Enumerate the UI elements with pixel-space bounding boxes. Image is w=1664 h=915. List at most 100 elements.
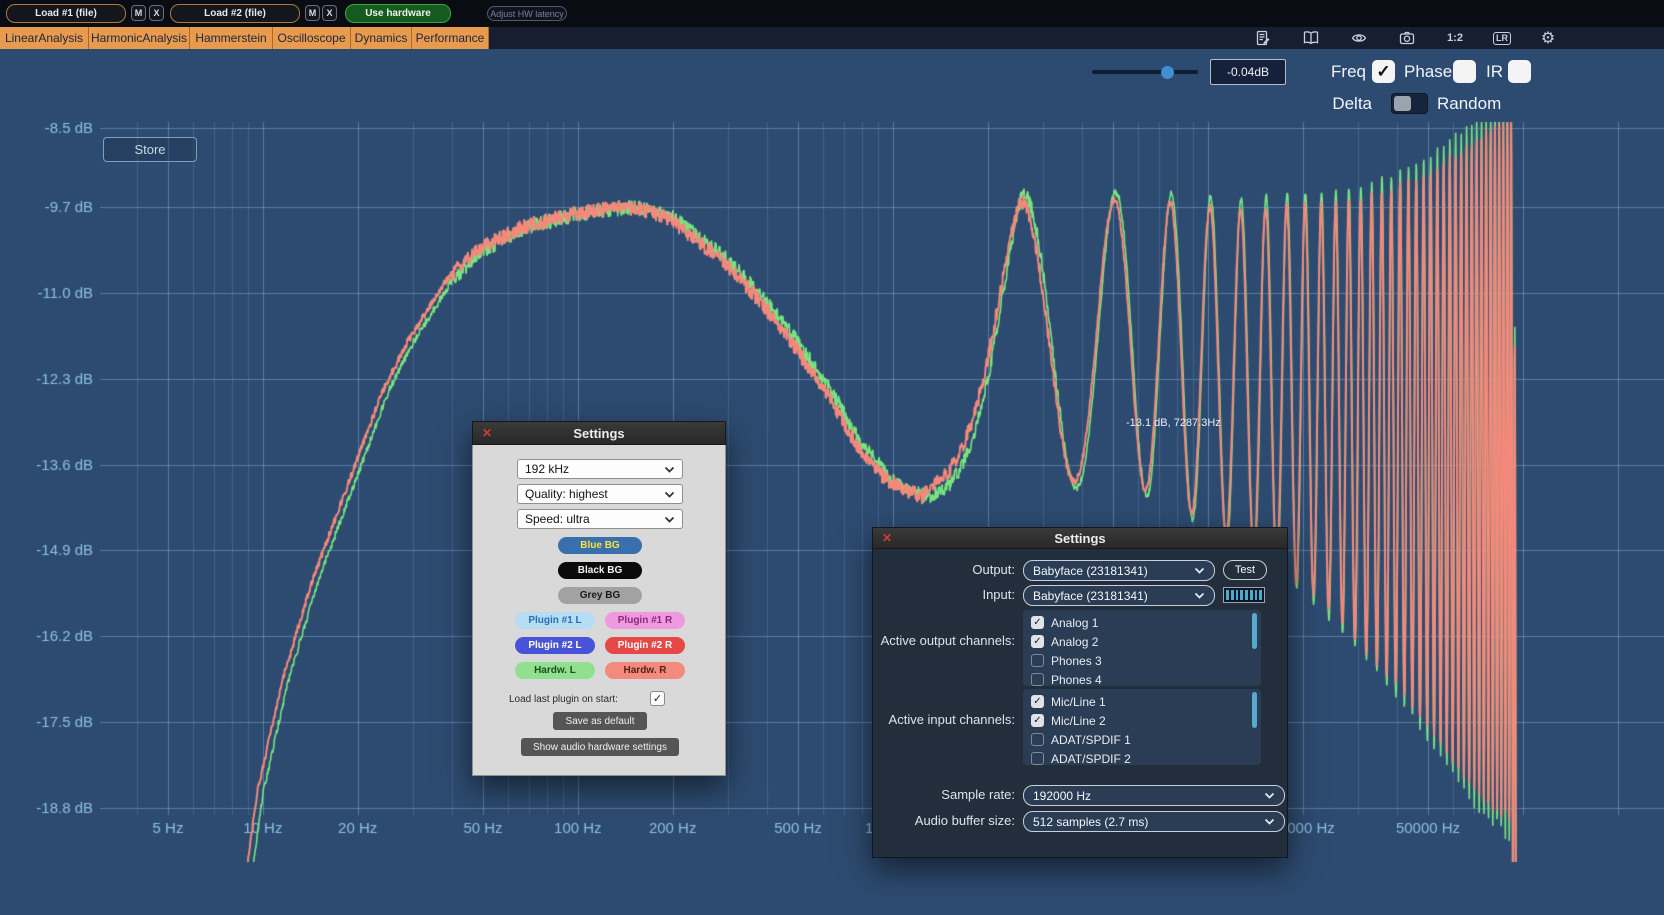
channel-checkbox[interactable] [1031, 673, 1044, 686]
channel-label: Phones 4 [1051, 673, 1102, 687]
channel-label: ADAT/SPDIF 2 [1051, 752, 1131, 766]
list-item[interactable]: Phones 3 [1023, 651, 1261, 670]
delta-label: Delta [1324, 92, 1372, 116]
speed-select[interactable]: Speed: ultra [517, 509, 683, 529]
sample-rate-value: 192 kHz [525, 462, 569, 476]
tab-performance[interactable]: Performance [412, 27, 489, 49]
eye-icon[interactable] [1348, 29, 1370, 47]
channel-checkbox[interactable]: ✓ [1031, 635, 1044, 648]
hw-sample-rate-select[interactable]: 192000 Hz [1023, 785, 1285, 806]
plugin1-right-color-button[interactable]: Plugin #1 R [605, 612, 685, 629]
plugin-2-m-button[interactable]: M [305, 5, 320, 21]
test-output-button[interactable]: Test [1223, 560, 1267, 580]
hardware-left-color-button[interactable]: Hardw. L [515, 662, 595, 679]
settings-gear-icon[interactable]: ⚙ [1537, 29, 1559, 47]
hardware-right-color-button[interactable]: Hardw. R [605, 662, 685, 679]
meter-bar [1236, 590, 1239, 600]
load-last-plugin-label: Load last plugin on start: [509, 694, 618, 705]
tab-dynamics[interactable]: Dynamics [351, 27, 412, 49]
tab-oscilloscope[interactable]: Oscilloscope [273, 27, 351, 49]
channel-checkbox[interactable]: ✓ [1031, 616, 1044, 629]
input-channel-list: ✓Mic/Line 1 ✓Mic/Line 2 ADAT/SPDIF 1 ADA… [1023, 689, 1261, 765]
channel-checkbox[interactable] [1031, 654, 1044, 667]
screenshot-camera-icon[interactable] [1396, 29, 1418, 47]
tab-hammerstein[interactable]: Hammerstein [190, 27, 273, 49]
blue-bg-button[interactable]: Blue BG [558, 537, 642, 554]
chevron-down-icon [1194, 592, 1205, 599]
list-item[interactable]: ✓Mic/Line 2 [1023, 711, 1261, 730]
tab-harmonic-analysis[interactable]: HarmonicAnalysis [89, 27, 190, 49]
input-device-select[interactable]: Babyface (23181341) [1023, 585, 1215, 606]
lr-badge: LR [1493, 32, 1511, 45]
delta-random-toggle[interactable] [1391, 93, 1428, 114]
freq-label: Freq [1318, 60, 1366, 84]
quality-select[interactable]: Quality: highest [517, 484, 683, 504]
dialog-title: Settings [573, 426, 624, 441]
audio-settings-titlebar[interactable]: ✕ Settings [872, 527, 1288, 549]
save-as-default-button[interactable]: Save as default [553, 712, 647, 730]
active-input-channels-label: Active input channels: [873, 712, 1015, 727]
load-plugin-2-button[interactable]: Load #2 (file) [170, 4, 300, 23]
phase-checkbox[interactable] [1453, 60, 1476, 83]
ir-label: IR [1486, 60, 1506, 84]
tab-linear-analysis[interactable]: LinearAnalysis [0, 27, 89, 49]
channel-checkbox[interactable]: ✓ [1031, 714, 1044, 727]
notes-icon[interactable] [1252, 29, 1274, 47]
active-output-channels-label: Active output channels: [873, 633, 1015, 648]
plugin2-left-color-button[interactable]: Plugin #2 L [515, 637, 595, 654]
list-item[interactable]: ✓Analog 2 [1023, 632, 1261, 651]
list-item[interactable]: ADAT/SPDIF 1 [1023, 730, 1261, 749]
output-device-select[interactable]: Babyface (23181341) [1023, 560, 1215, 581]
scrollbar[interactable] [1252, 692, 1257, 728]
lr-channels-icon[interactable]: LR [1491, 29, 1513, 47]
gain-slider-track[interactable] [1092, 70, 1198, 74]
list-item[interactable]: Phones 4 [1023, 670, 1261, 686]
toggle-knob [1394, 96, 1411, 111]
channel-checkbox[interactable] [1031, 752, 1044, 765]
top-toolbar: Load #1 (file) M X Load #2 (file) M X Us… [0, 0, 1664, 27]
sample-rate-select[interactable]: 192 kHz [517, 459, 683, 479]
channel-checkbox[interactable] [1031, 733, 1044, 746]
plugin-1-m-button[interactable]: M [131, 5, 146, 21]
meter-bar [1231, 590, 1234, 600]
adjust-hw-latency-button[interactable]: Adjust HW latency [487, 6, 567, 21]
list-item[interactable]: ✓Analog 1 [1023, 613, 1261, 632]
meter-bar [1250, 590, 1253, 600]
channel-label: ADAT/SPDIF 1 [1051, 733, 1131, 747]
frequency-response-plot[interactable] [0, 0, 1664, 915]
plugin-1-x-button[interactable]: X [149, 5, 164, 21]
buffer-size-select[interactable]: 512 samples (2.7 ms) [1023, 811, 1285, 832]
channel-label: Phones 3 [1051, 654, 1102, 668]
display-settings-titlebar[interactable]: ✕ Settings [472, 421, 726, 445]
list-item[interactable]: ✓Mic/Line 1 [1023, 692, 1261, 711]
black-bg-button[interactable]: Black BG [558, 562, 642, 579]
freq-checkbox[interactable]: ✓ [1372, 60, 1395, 83]
input-device-value: Babyface (23181341) [1033, 589, 1148, 603]
use-hardware-button[interactable]: Use hardware [345, 4, 451, 23]
scrollbar[interactable] [1252, 613, 1257, 649]
chevron-down-icon [664, 491, 675, 498]
compare-1-2-icon[interactable]: 1:2 [1444, 29, 1466, 47]
close-icon[interactable]: ✕ [882, 531, 892, 545]
meter-bar [1226, 590, 1229, 600]
plugin1-left-color-button[interactable]: Plugin #1 L [515, 612, 595, 629]
load-last-plugin-checkbox[interactable]: ✓ [650, 691, 665, 706]
input-label: Input: [873, 587, 1015, 602]
buffer-size-value: 512 samples (2.7 ms) [1033, 815, 1148, 829]
speed-value: Speed: ultra [525, 512, 590, 526]
show-audio-hardware-settings-button[interactable]: Show audio hardware settings [521, 738, 679, 756]
channel-checkbox[interactable]: ✓ [1031, 695, 1044, 708]
load-plugin-1-button[interactable]: Load #1 (file) [6, 4, 126, 23]
plugin2-right-color-button[interactable]: Plugin #2 R [605, 637, 685, 654]
random-label: Random [1437, 92, 1501, 116]
plugin-2-x-button[interactable]: X [322, 5, 337, 21]
gain-slider-knob[interactable] [1161, 66, 1174, 79]
close-icon[interactable]: ✕ [482, 426, 492, 440]
ir-checkbox[interactable] [1508, 60, 1531, 83]
manual-book-icon[interactable] [1300, 29, 1322, 47]
store-button[interactable]: Store [103, 137, 197, 162]
list-item[interactable]: ADAT/SPDIF 2 [1023, 749, 1261, 765]
plugindoctor-window: Load #1 (file) M X Load #2 (file) M X Us… [0, 0, 1664, 915]
grey-bg-button[interactable]: Grey BG [558, 587, 642, 604]
gain-value-box: -0.04dB [1210, 59, 1286, 85]
